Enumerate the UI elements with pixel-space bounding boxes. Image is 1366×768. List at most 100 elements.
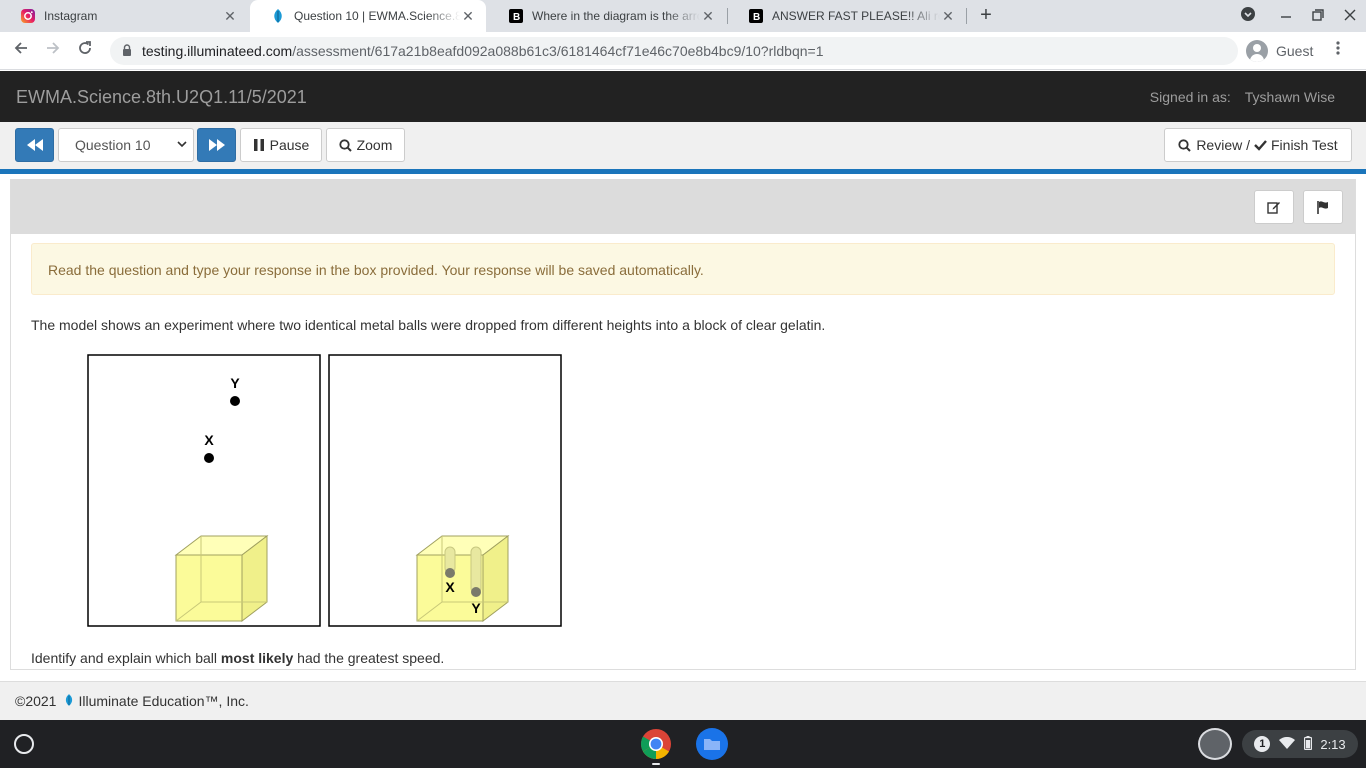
instagram-icon bbox=[20, 8, 36, 24]
ball-x bbox=[204, 453, 214, 463]
avatar-icon bbox=[1246, 40, 1268, 62]
before-drop-panel: Y X bbox=[87, 354, 321, 627]
accent-bar bbox=[0, 169, 1366, 174]
tab-separator bbox=[966, 8, 967, 24]
zoom-label: Zoom bbox=[356, 137, 393, 153]
ball-y bbox=[230, 396, 240, 406]
svg-text:B: B bbox=[513, 12, 520, 23]
forward-arrow-icon[interactable] bbox=[42, 40, 64, 62]
url-path: /assessment/617a21b8eafd092a088b61c3/618… bbox=[292, 43, 824, 59]
ball-x-embedded bbox=[445, 568, 455, 578]
clock: 2:13 bbox=[1320, 736, 1346, 752]
label-x-after: X bbox=[445, 579, 455, 595]
search-icon bbox=[1178, 138, 1192, 152]
os-shelf: 1 2:13 bbox=[0, 720, 1366, 768]
brainly-icon: B bbox=[508, 8, 524, 24]
lock-icon bbox=[122, 43, 132, 59]
user-name[interactable]: Tyshawn Wise bbox=[1245, 89, 1335, 105]
tab-question-10[interactable]: Question 10 | EWMA.Science.8th.U2Q1.11/5… bbox=[250, 0, 486, 32]
track-y bbox=[470, 546, 482, 594]
battery-icon bbox=[1303, 735, 1312, 753]
question-panel: Read the question and type your response… bbox=[10, 179, 1356, 670]
instructions-alert: Read the question and type your response… bbox=[31, 243, 1335, 295]
browser-toolbar: testing.illuminateed.com/assessment/617a… bbox=[0, 32, 1366, 70]
signed-in-label: Signed in as: bbox=[1149, 89, 1231, 105]
after-drop-panel: X Y bbox=[328, 354, 562, 627]
tab-title: ANSWER FAST PLEASE!! Ali rolled a ball bbox=[772, 9, 940, 23]
flag-button[interactable] bbox=[1303, 190, 1343, 224]
files-app-icon[interactable] bbox=[696, 728, 728, 760]
signed-in-info: Signed in as: Tyshawn Wise bbox=[1150, 89, 1335, 105]
pause-icon bbox=[253, 139, 264, 151]
new-tab-button[interactable]: + bbox=[976, 5, 996, 26]
illuminate-leaf-icon bbox=[270, 8, 286, 24]
next-question-button[interactable] bbox=[197, 128, 236, 162]
tab-brainly-answer[interactable]: B ANSWER FAST PLEASE!! Ali rolled a ball… bbox=[728, 0, 966, 32]
page-footer: ©2021 Illuminate Education™, Inc. bbox=[0, 681, 1366, 720]
restore-icon[interactable] bbox=[1308, 6, 1328, 26]
previous-question-button[interactable] bbox=[15, 128, 54, 162]
question-controls: Question 10 Pause Zoom Review / Finish T… bbox=[0, 122, 1366, 174]
status-tray[interactable]: 1 2:13 bbox=[1242, 730, 1358, 758]
profile-button[interactable]: Guest bbox=[1246, 37, 1313, 65]
holding-space-icon[interactable] bbox=[1198, 728, 1232, 760]
more-options-icon[interactable] bbox=[1336, 40, 1340, 61]
label-y: Y bbox=[230, 375, 240, 391]
running-indicator bbox=[652, 763, 660, 765]
launcher-icon[interactable] bbox=[14, 734, 34, 754]
fast-forward-icon bbox=[208, 139, 225, 151]
assessment-title: EWMA.Science.8th.U2Q1.11/5/2021 bbox=[16, 87, 307, 107]
question-stem: The model shows an experiment where two … bbox=[31, 317, 826, 333]
tab-title: Question 10 | EWMA.Science.8th.U2Q1.11/5… bbox=[294, 9, 460, 23]
pause-button[interactable]: Pause bbox=[240, 128, 322, 162]
close-icon[interactable]: ✕ bbox=[222, 8, 238, 25]
question-select[interactable]: Question 10 bbox=[58, 128, 194, 162]
close-icon[interactable]: ✕ bbox=[700, 8, 716, 25]
review-label: Review / bbox=[1196, 137, 1250, 153]
gelatin-block bbox=[174, 534, 269, 623]
label-y-after: Y bbox=[471, 600, 481, 616]
zoom-button[interactable]: Zoom bbox=[326, 128, 405, 162]
edit-icon bbox=[1267, 202, 1280, 214]
tab-instagram[interactable]: Instagram ✕ bbox=[0, 0, 248, 32]
panel-header bbox=[11, 180, 1355, 234]
question-prompt: Identify and explain which ball most lik… bbox=[31, 650, 444, 666]
pause-label: Pause bbox=[269, 137, 310, 153]
illuminate-leaf-icon bbox=[64, 693, 74, 710]
brainly-icon: B bbox=[748, 8, 764, 24]
svg-text:B: B bbox=[753, 12, 760, 23]
flag-icon bbox=[1317, 201, 1328, 214]
chrome-icon[interactable] bbox=[640, 728, 672, 760]
app-header: EWMA.Science.8th.U2Q1.11/5/2021 Signed i… bbox=[0, 71, 1366, 122]
reload-icon[interactable] bbox=[74, 40, 96, 62]
prompt-text-end: had the greatest speed. bbox=[293, 650, 445, 666]
finish-label: Finish Test bbox=[1271, 137, 1338, 153]
close-window-icon[interactable] bbox=[1340, 6, 1360, 26]
url-host: testing.illuminateed.com bbox=[142, 43, 293, 59]
copyright-year: ©2021 bbox=[15, 693, 57, 709]
close-icon[interactable]: ✕ bbox=[460, 8, 476, 25]
company-name: Illuminate Education™, Inc. bbox=[78, 693, 249, 709]
browser-tab-strip: Instagram ✕ Question 10 | EWMA.Science.8… bbox=[0, 0, 1366, 32]
chevron-down-icon bbox=[177, 140, 187, 151]
prompt-text-start: Identify and explain which ball bbox=[31, 650, 221, 666]
ball-y-embedded bbox=[471, 587, 481, 597]
notification-count: 1 bbox=[1254, 736, 1271, 752]
tab-title: Instagram bbox=[44, 9, 98, 23]
search-icon bbox=[338, 138, 352, 152]
profile-label: Guest bbox=[1276, 43, 1314, 59]
back-arrow-icon[interactable] bbox=[10, 40, 32, 62]
tab-brainly-arrow[interactable]: B Where in the diagram is the arrow poin… bbox=[488, 0, 726, 32]
check-icon bbox=[1254, 140, 1267, 151]
review-finish-button[interactable]: Review / Finish Test bbox=[1164, 128, 1352, 162]
fast-backward-icon bbox=[26, 139, 43, 151]
notes-button[interactable] bbox=[1254, 190, 1294, 224]
wifi-icon bbox=[1279, 736, 1295, 752]
address-bar[interactable]: testing.illuminateed.com/assessment/617a… bbox=[110, 37, 1238, 65]
prompt-emphasis: most likely bbox=[220, 650, 294, 666]
question-select-value: Question 10 bbox=[75, 137, 151, 153]
minimize-icon[interactable] bbox=[1276, 6, 1296, 26]
tab-search-icon[interactable] bbox=[1238, 6, 1258, 26]
experiment-model-figure: Y X X Y bbox=[87, 354, 563, 634]
close-icon[interactable]: ✕ bbox=[940, 8, 956, 25]
